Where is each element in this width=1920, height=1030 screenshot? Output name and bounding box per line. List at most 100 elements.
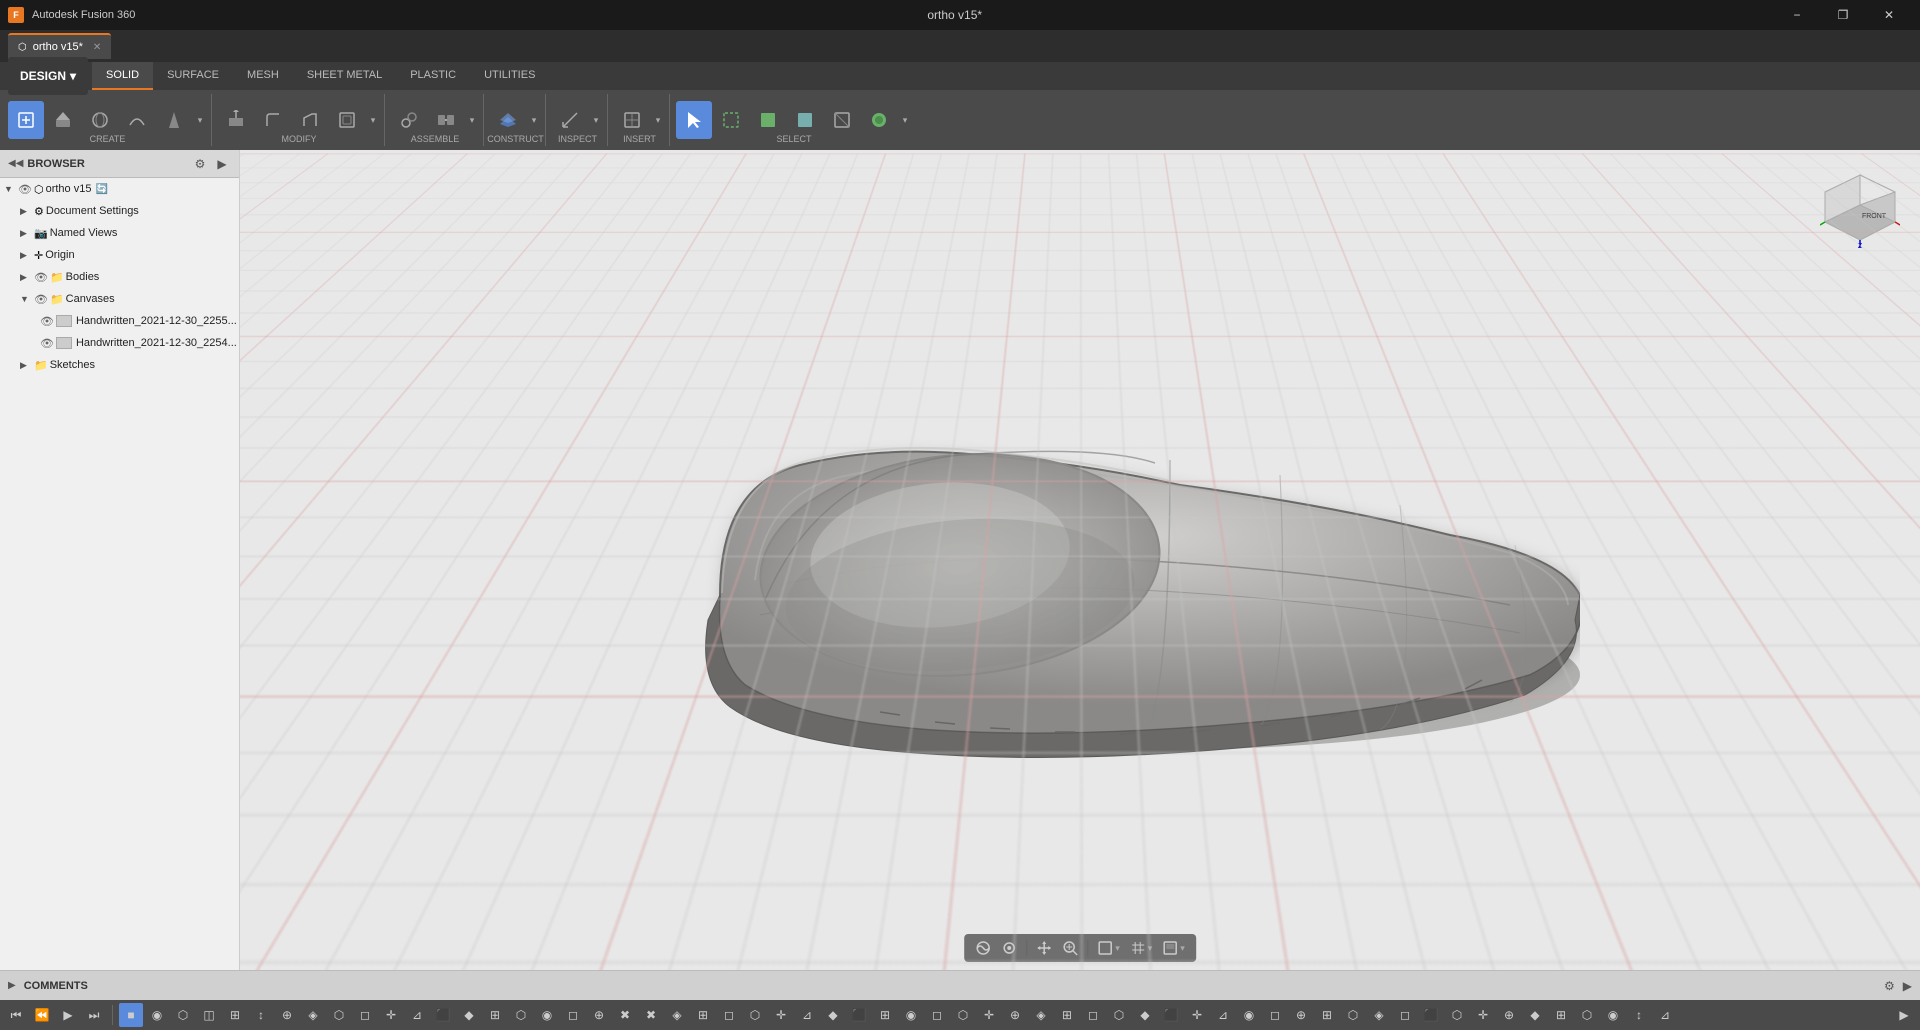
viewport[interactable]: FRONT Z xyxy=(240,150,1920,970)
design-mode-button[interactable]: DESIGN ▾ xyxy=(8,57,88,95)
grid-button[interactable]: ▾ xyxy=(1127,937,1156,959)
tool-1[interactable]: ■ xyxy=(119,1003,143,1027)
tree-item-bodies[interactable]: ▶ 👁 📁 Bodies xyxy=(0,266,239,288)
tool-53[interactable]: ✛ xyxy=(1471,1003,1495,1027)
tool-17[interactable]: ◉ xyxy=(535,1003,559,1027)
tool-6[interactable]: ↕ xyxy=(249,1003,273,1027)
look-at-button[interactable] xyxy=(998,937,1020,959)
close-button[interactable]: ✕ xyxy=(1866,0,1912,30)
prev-frame-button[interactable]: ⏪ xyxy=(30,1003,54,1027)
tool-3[interactable]: ⬡ xyxy=(171,1003,195,1027)
tool-5[interactable]: ⊞ xyxy=(223,1003,247,1027)
tree-item-root[interactable]: ▼ 👁 ⬡ ortho v15 🔄 xyxy=(0,178,239,200)
tab-solid[interactable]: SOLID xyxy=(92,62,153,90)
tool-51[interactable]: ⬛ xyxy=(1419,1003,1443,1027)
tool-45[interactable]: ◻ xyxy=(1263,1003,1287,1027)
tool-23[interactable]: ⊞ xyxy=(691,1003,715,1027)
tool-50[interactable]: ◻ xyxy=(1393,1003,1417,1027)
tool-12[interactable]: ⊿ xyxy=(405,1003,429,1027)
tool-55[interactable]: ◆ xyxy=(1523,1003,1547,1027)
tool-47[interactable]: ⊞ xyxy=(1315,1003,1339,1027)
tool-2[interactable]: ◉ xyxy=(145,1003,169,1027)
tool-58[interactable]: ◉ xyxy=(1601,1003,1625,1027)
tool-38[interactable]: ◻ xyxy=(1081,1003,1105,1027)
tool-13[interactable]: ⬛ xyxy=(431,1003,455,1027)
tool-31[interactable]: ◉ xyxy=(899,1003,923,1027)
tool-10[interactable]: ◻ xyxy=(353,1003,377,1027)
tool-56[interactable]: ⊞ xyxy=(1549,1003,1573,1027)
tool-59[interactable]: ↕ xyxy=(1627,1003,1651,1027)
tool-11[interactable]: ✛ xyxy=(379,1003,403,1027)
tool-36[interactable]: ◈ xyxy=(1029,1003,1053,1027)
tool-25[interactable]: ⬡ xyxy=(743,1003,767,1027)
tab-utilities[interactable]: UTILITIES xyxy=(470,62,549,90)
tool-33[interactable]: ⬡ xyxy=(951,1003,975,1027)
restore-button[interactable]: ❐ xyxy=(1820,0,1866,30)
tool-48[interactable]: ⬡ xyxy=(1341,1003,1365,1027)
tab-surface[interactable]: SURFACE xyxy=(153,62,233,90)
tool-26[interactable]: ✛ xyxy=(769,1003,793,1027)
tool-57[interactable]: ⬡ xyxy=(1575,1003,1599,1027)
eye-icon[interactable]: 👁 xyxy=(34,293,48,306)
tree-item-document-settings[interactable]: ▶ ⚙ Document Settings xyxy=(0,200,239,222)
tree-item-canvas-2[interactable]: 👁 Handwritten_2021-12-30_2254... xyxy=(0,332,239,354)
tool-22[interactable]: ◈ xyxy=(665,1003,689,1027)
document-tab[interactable]: ⬡ ortho v15* ✕ xyxy=(8,33,111,59)
tree-item-named-views[interactable]: ▶ 📷 Named Views xyxy=(0,222,239,244)
expand-right-button[interactable]: ▶ xyxy=(1892,1003,1916,1027)
tab-sheet-metal[interactable]: SHEET METAL xyxy=(293,62,396,90)
tool-16[interactable]: ⬡ xyxy=(509,1003,533,1027)
minimize-button[interactable]: − xyxy=(1774,0,1820,30)
tool-42[interactable]: ✛ xyxy=(1185,1003,1209,1027)
view-cube[interactable]: FRONT Z xyxy=(1820,170,1900,250)
tool-24[interactable]: ◻ xyxy=(717,1003,741,1027)
tool-49[interactable]: ◈ xyxy=(1367,1003,1391,1027)
tree-item-canvas-1[interactable]: 👁 Handwritten_2021-12-30_2255... xyxy=(0,310,239,332)
eye-icon[interactable]: 👁 xyxy=(40,337,54,350)
eye-icon[interactable]: 👁 xyxy=(34,271,48,284)
eye-icon[interactable]: 👁 xyxy=(40,315,54,328)
tool-40[interactable]: ◆ xyxy=(1133,1003,1157,1027)
display-mode-button[interactable]: ▾ xyxy=(1094,937,1123,959)
comments-settings-button[interactable]: ⚙ xyxy=(1884,979,1895,993)
comments-panel-expand[interactable]: ▶ xyxy=(1903,979,1912,993)
first-frame-button[interactable]: ⏮ xyxy=(4,1003,28,1027)
tool-54[interactable]: ⊕ xyxy=(1497,1003,1521,1027)
canvas-button[interactable]: ▾ xyxy=(1159,937,1188,959)
tab-mesh[interactable]: MESH xyxy=(233,62,293,90)
tool-28[interactable]: ◆ xyxy=(821,1003,845,1027)
tool-14[interactable]: ◆ xyxy=(457,1003,481,1027)
eye-icon[interactable]: 👁 xyxy=(18,183,32,196)
tool-52[interactable]: ⬡ xyxy=(1445,1003,1469,1027)
tool-34[interactable]: ✛ xyxy=(977,1003,1001,1027)
tool-46[interactable]: ⊕ xyxy=(1289,1003,1313,1027)
tool-19[interactable]: ⊕ xyxy=(587,1003,611,1027)
tool-44[interactable]: ◉ xyxy=(1237,1003,1261,1027)
tool-18[interactable]: ◻ xyxy=(561,1003,585,1027)
pan-button[interactable] xyxy=(1033,937,1055,959)
tool-60[interactable]: ⊿ xyxy=(1653,1003,1677,1027)
tool-39[interactable]: ⬡ xyxy=(1107,1003,1131,1027)
tool-8[interactable]: ◈ xyxy=(301,1003,325,1027)
tool-21[interactable]: ✖ xyxy=(639,1003,663,1027)
tool-43[interactable]: ⊿ xyxy=(1211,1003,1235,1027)
tool-41[interactable]: ⬛ xyxy=(1159,1003,1183,1027)
tool-35[interactable]: ⊕ xyxy=(1003,1003,1027,1027)
orbit-button[interactable] xyxy=(972,937,994,959)
browser-collapse-button[interactable]: ◀◀ xyxy=(8,158,23,169)
tree-item-origin[interactable]: ▶ ✛ Origin xyxy=(0,244,239,266)
tab-plastic[interactable]: PLASTIC xyxy=(396,62,470,90)
tool-15[interactable]: ⊞ xyxy=(483,1003,507,1027)
tool-20[interactable]: ✖ xyxy=(613,1003,637,1027)
tool-30[interactable]: ⊞ xyxy=(873,1003,897,1027)
tool-9[interactable]: ⬡ xyxy=(327,1003,351,1027)
tool-32[interactable]: ◻ xyxy=(925,1003,949,1027)
tree-item-canvases[interactable]: ▼ 👁 📁 Canvases xyxy=(0,288,239,310)
last-frame-button[interactable]: ⏭ xyxy=(82,1003,106,1027)
browser-settings-button[interactable]: ⚙ xyxy=(191,155,209,173)
play-button[interactable]: ▶ xyxy=(56,1003,80,1027)
tool-27[interactable]: ⊿ xyxy=(795,1003,819,1027)
browser-expand-button[interactable]: ▶ xyxy=(213,155,231,173)
tool-4[interactable]: ◫ xyxy=(197,1003,221,1027)
tool-29[interactable]: ⬛ xyxy=(847,1003,871,1027)
